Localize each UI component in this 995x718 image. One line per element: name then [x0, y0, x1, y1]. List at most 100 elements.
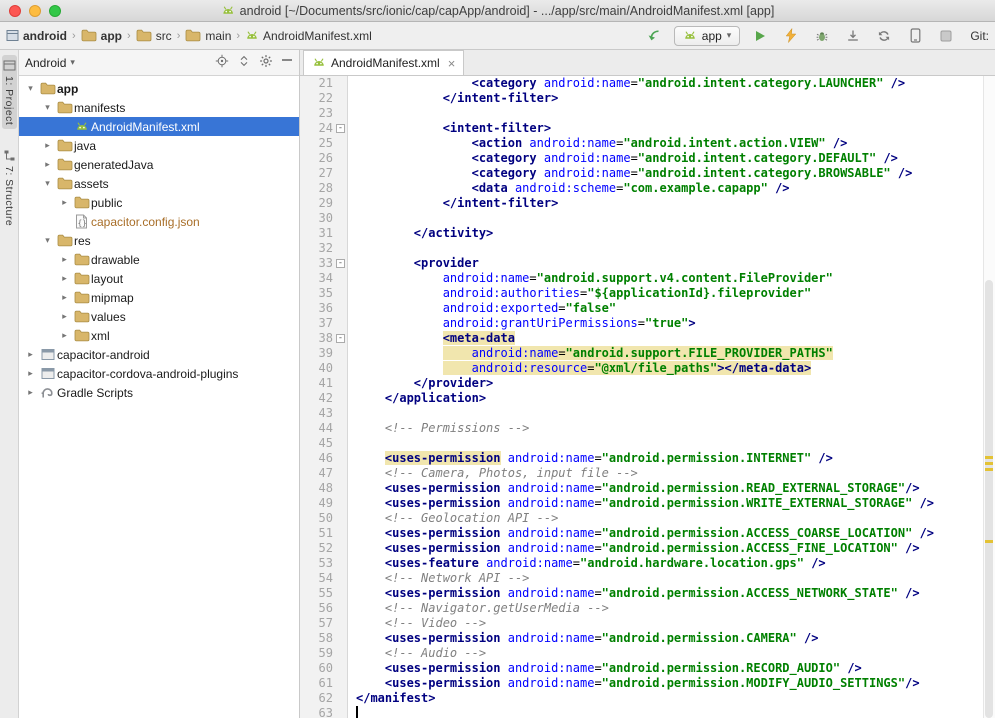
tree-expanded-arrow-icon[interactable]: ▾ — [40, 235, 55, 246]
tool-stripe-tab-7-structure[interactable]: 7: Structure — [2, 145, 17, 230]
tree-expanded-arrow-icon[interactable]: ▾ — [23, 83, 38, 94]
zoom-window-button[interactable] — [49, 5, 61, 17]
code-line[interactable]: 32 — [300, 241, 995, 256]
code-line-content[interactable]: </application> — [348, 391, 486, 406]
code-line-content[interactable]: <uses-permission android:name="android.p… — [348, 451, 833, 466]
code-line-content[interactable] — [348, 406, 356, 421]
tree-collapsed-arrow-icon[interactable]: ▸ — [57, 273, 72, 284]
line-number[interactable]: 53 — [300, 556, 348, 571]
breadcrumb-item-androidmanifest-xml[interactable]: AndroidManifest.xml — [245, 29, 372, 43]
settings-button[interactable] — [259, 54, 273, 71]
code-editor[interactable]: 21 <category android:name="android.inten… — [300, 76, 995, 718]
code-line[interactable]: 58 <uses-permission android:name="androi… — [300, 631, 995, 646]
line-number[interactable]: 44 — [300, 421, 348, 436]
code-line[interactable]: 37 android:grantUriPermissions="true"> — [300, 316, 995, 331]
code-line[interactable]: 22 </intent-filter> — [300, 91, 995, 106]
code-line-content[interactable]: android:name="android.support.v4.content… — [348, 271, 833, 286]
code-line[interactable]: 59 <!-- Audio --> — [300, 646, 995, 661]
code-line-content[interactable]: <category android:name="android.intent.c… — [348, 151, 898, 166]
project-view-selector[interactable]: Android — [25, 56, 66, 70]
tree-item-capacitor-android[interactable]: ▸capacitor-android — [19, 345, 299, 364]
code-line-content[interactable] — [348, 241, 356, 256]
code-line[interactable]: 62</manifest> — [300, 691, 995, 706]
code-line-content[interactable]: android:exported="false" — [348, 301, 616, 316]
scrollbar-mark[interactable] — [985, 468, 993, 471]
code-line-content[interactable] — [348, 706, 358, 718]
code-line-content[interactable]: <uses-permission android:name="android.p… — [348, 481, 920, 496]
breadcrumb-item-main[interactable]: main — [185, 29, 231, 43]
code-line[interactable]: 23 — [300, 106, 995, 121]
line-number[interactable]: 48 — [300, 481, 348, 496]
code-line[interactable]: 52 <uses-permission android:name="androi… — [300, 541, 995, 556]
code-line[interactable]: 43 — [300, 406, 995, 421]
line-number[interactable]: 39 — [300, 346, 348, 361]
breadcrumb-item-app[interactable]: app — [81, 29, 122, 43]
tree-collapsed-arrow-icon[interactable]: ▸ — [57, 292, 72, 303]
code-line-content[interactable]: <uses-permission android:name="android.p… — [348, 496, 934, 511]
line-number[interactable]: 54 — [300, 571, 348, 586]
breadcrumb-item-android[interactable]: android — [6, 29, 67, 43]
expand-collapse-button[interactable] — [237, 54, 251, 71]
tree-collapsed-arrow-icon[interactable]: ▸ — [57, 197, 72, 208]
code-line-content[interactable]: </intent-filter> — [348, 91, 558, 106]
code-line[interactable]: 42 </application> — [300, 391, 995, 406]
code-line[interactable]: 48 <uses-permission android:name="androi… — [300, 481, 995, 496]
line-number[interactable]: 41 — [300, 376, 348, 391]
code-line[interactable]: 50 <!-- Geolocation API --> — [300, 511, 995, 526]
code-line[interactable]: 41 </provider> — [300, 376, 995, 391]
line-number[interactable]: 30 — [300, 211, 348, 226]
fold-region-icon[interactable]: - — [336, 334, 345, 343]
line-number[interactable]: 55 — [300, 586, 348, 601]
code-line[interactable]: 49 <uses-permission android:name="androi… — [300, 496, 995, 511]
line-number[interactable]: 52 — [300, 541, 348, 556]
code-line-content[interactable]: <uses-feature android:name="android.hard… — [348, 556, 826, 571]
line-number[interactable]: 23 — [300, 106, 348, 121]
tree-item-values[interactable]: ▸values — [19, 307, 299, 326]
tree-expanded-arrow-icon[interactable]: ▾ — [40, 102, 55, 113]
code-line-content[interactable]: <!-- Camera, Photos, input file --> — [348, 466, 638, 481]
code-line[interactable]: 33- <provider — [300, 256, 995, 271]
code-line-content[interactable]: android:name="android.support.FILE_PROVI… — [348, 346, 833, 361]
run-button[interactable] — [749, 25, 771, 47]
line-number[interactable]: 40 — [300, 361, 348, 376]
line-number[interactable]: 61 — [300, 676, 348, 691]
fold-region-icon[interactable]: - — [336, 259, 345, 268]
line-number[interactable]: 27 — [300, 166, 348, 181]
code-line[interactable]: 21 <category android:name="android.inten… — [300, 76, 995, 91]
code-line[interactable]: 46 <uses-permission android:name="androi… — [300, 451, 995, 466]
code-line-content[interactable]: android:grantUriPermissions="true"> — [348, 316, 696, 331]
code-line-content[interactable]: <!-- Audio --> — [348, 646, 486, 661]
tree-item-capacitor-cordova-android-plugins[interactable]: ▸capacitor-cordova-android-plugins — [19, 364, 299, 383]
apply-changes-button[interactable] — [780, 25, 802, 47]
code-line-content[interactable] — [348, 106, 356, 121]
code-line[interactable]: 40 android:resource="@xml/file_paths"></… — [300, 361, 995, 376]
editor-tab-androidmanifest[interactable]: AndroidManifest.xml × — [303, 50, 464, 75]
line-number[interactable]: 32 — [300, 241, 348, 256]
line-number[interactable]: 38- — [300, 331, 348, 346]
line-number[interactable]: 47 — [300, 466, 348, 481]
line-number[interactable]: 33- — [300, 256, 348, 271]
code-line-content[interactable]: <uses-permission android:name="android.p… — [348, 631, 818, 646]
code-line-content[interactable]: android:authorities="${applicationId}.fi… — [348, 286, 811, 301]
line-number[interactable]: 59 — [300, 646, 348, 661]
line-number[interactable]: 31 — [300, 226, 348, 241]
tree-item-xml[interactable]: ▸xml — [19, 326, 299, 345]
code-line[interactable]: 60 <uses-permission android:name="androi… — [300, 661, 995, 676]
code-line-content[interactable]: <uses-permission android:name="android.p… — [348, 541, 920, 556]
code-line-content[interactable]: </manifest> — [348, 691, 435, 706]
tree-expanded-arrow-icon[interactable]: ▾ — [40, 178, 55, 189]
code-line-content[interactable]: <!-- Navigator.getUserMedia --> — [348, 601, 609, 616]
breadcrumb-item-src[interactable]: src — [136, 29, 172, 43]
code-line[interactable]: 51 <uses-permission android:name="androi… — [300, 526, 995, 541]
code-line[interactable]: 56 <!-- Navigator.getUserMedia --> — [300, 601, 995, 616]
tree-item-res[interactable]: ▾res — [19, 231, 299, 250]
stop-button[interactable] — [935, 25, 957, 47]
code-line[interactable]: 34 android:name="android.support.v4.cont… — [300, 271, 995, 286]
tree-collapsed-arrow-icon[interactable]: ▸ — [40, 159, 55, 170]
fold-region-icon[interactable]: - — [336, 124, 345, 133]
tree-collapsed-arrow-icon[interactable]: ▸ — [57, 254, 72, 265]
code-line[interactable]: 38- <meta-data — [300, 331, 995, 346]
code-line[interactable]: 30 — [300, 211, 995, 226]
line-number[interactable]: 62 — [300, 691, 348, 706]
code-line-content[interactable]: </activity> — [348, 226, 493, 241]
